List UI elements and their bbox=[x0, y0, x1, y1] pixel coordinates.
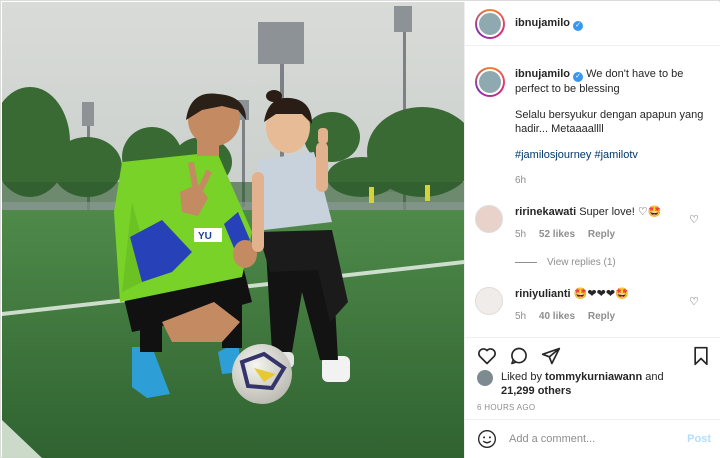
liked-by-summary: Liked by tommykurniawann and 21,299 othe… bbox=[477, 370, 664, 398]
author-username-text[interactable]: ibnujamilo bbox=[515, 17, 570, 29]
bookmark-icon[interactable] bbox=[689, 344, 713, 368]
post-header: ibnujamilo ✓ bbox=[465, 2, 720, 46]
like-heart-icon[interactable] bbox=[475, 344, 499, 368]
replies-divider bbox=[515, 262, 537, 263]
post-photo[interactable]: YU bbox=[2, 2, 464, 458]
comment-reply-button[interactable]: Reply bbox=[588, 229, 615, 240]
comment-likes[interactable]: 40 likes bbox=[539, 311, 575, 322]
view-replies-label[interactable]: View replies (1) bbox=[547, 257, 616, 268]
liker-avatar[interactable] bbox=[477, 370, 493, 386]
comment-item: ririnekawati Super love! ♡🤩 5h 52 likes … bbox=[475, 205, 715, 240]
football bbox=[232, 344, 292, 404]
post-side-panel: ibnujamilo ✓ ibnujamilo ✓ We don't have to… bbox=[464, 2, 720, 458]
caption-hashtags[interactable]: #jamilosjourney #jamilotv bbox=[515, 148, 715, 162]
commenter-avatar[interactable] bbox=[475, 287, 503, 315]
liked-by-user[interactable]: tommykurniawann bbox=[545, 371, 642, 383]
liked-by-others[interactable]: 21,299 others bbox=[501, 385, 571, 397]
heart-outline-icon[interactable]: ♡ bbox=[689, 213, 699, 226]
comment-emojis: 🤩❤❤❤🤩 bbox=[573, 288, 629, 300]
caption-avatar[interactable] bbox=[475, 67, 505, 97]
caption-paragraph: Selalu bersyukur dengan apapun yang hadi… bbox=[515, 109, 704, 135]
author-avatar[interactable] bbox=[475, 8, 505, 39]
share-send-icon[interactable] bbox=[539, 344, 563, 368]
view-replies-button[interactable]: View replies (1) bbox=[515, 257, 616, 268]
commenter-avatar[interactable] bbox=[475, 205, 503, 233]
instagram-post-modal: YU ibnujamilo ✓ ibnujamilo ✓ We don't ha… bbox=[0, 0, 720, 458]
verified-badge-icon: ✓ bbox=[573, 20, 583, 31]
heart-outline-icon[interactable]: ♡ bbox=[689, 295, 699, 308]
comment-reply-button[interactable]: Reply bbox=[588, 311, 615, 322]
caption-time[interactable]: 6h bbox=[515, 174, 715, 188]
comment-likes[interactable]: 52 likes bbox=[539, 229, 575, 240]
liked-by-and: and bbox=[645, 371, 664, 383]
jersey-text: YU bbox=[198, 231, 212, 242]
posted-ago[interactable]: 6 HOURS AGO bbox=[477, 403, 535, 412]
comment-text: Super love! bbox=[579, 206, 635, 218]
caption-username[interactable]: ibnujamilo bbox=[515, 68, 570, 80]
liked-by-prefix: Liked by bbox=[501, 371, 542, 383]
comment-item: riniyulianti 🤩❤❤❤🤩 5h 40 likes Reply ♡ bbox=[475, 287, 715, 322]
add-comment-input[interactable]: Add a comment... bbox=[509, 433, 687, 445]
comment-time[interactable]: 5h bbox=[515, 311, 526, 322]
emoji-smiley-icon[interactable] bbox=[477, 429, 497, 449]
post-actions: Liked by tommykurniawann and 21,299 othe… bbox=[465, 337, 720, 417]
author-username[interactable]: ibnujamilo ✓ bbox=[515, 17, 583, 31]
comment-bubble-icon[interactable] bbox=[507, 344, 531, 368]
caption-verified-badge-icon: ✓ bbox=[573, 72, 583, 82]
comments-section[interactable]: ibnujamilo ✓ We don't have to be perfect … bbox=[465, 47, 720, 337]
comment-time[interactable]: 5h bbox=[515, 229, 526, 240]
post-comment-button[interactable]: Post bbox=[687, 433, 711, 445]
comment-emojis: ♡🤩 bbox=[637, 206, 662, 218]
post-caption: ibnujamilo ✓ We don't have to be perfect … bbox=[475, 67, 715, 188]
post-image: YU bbox=[2, 2, 464, 458]
commenter-username[interactable]: riniyulianti bbox=[515, 288, 571, 300]
commenter-username[interactable]: ririnekawati bbox=[515, 206, 576, 218]
add-comment-bar: Add a comment... Post bbox=[465, 419, 720, 458]
